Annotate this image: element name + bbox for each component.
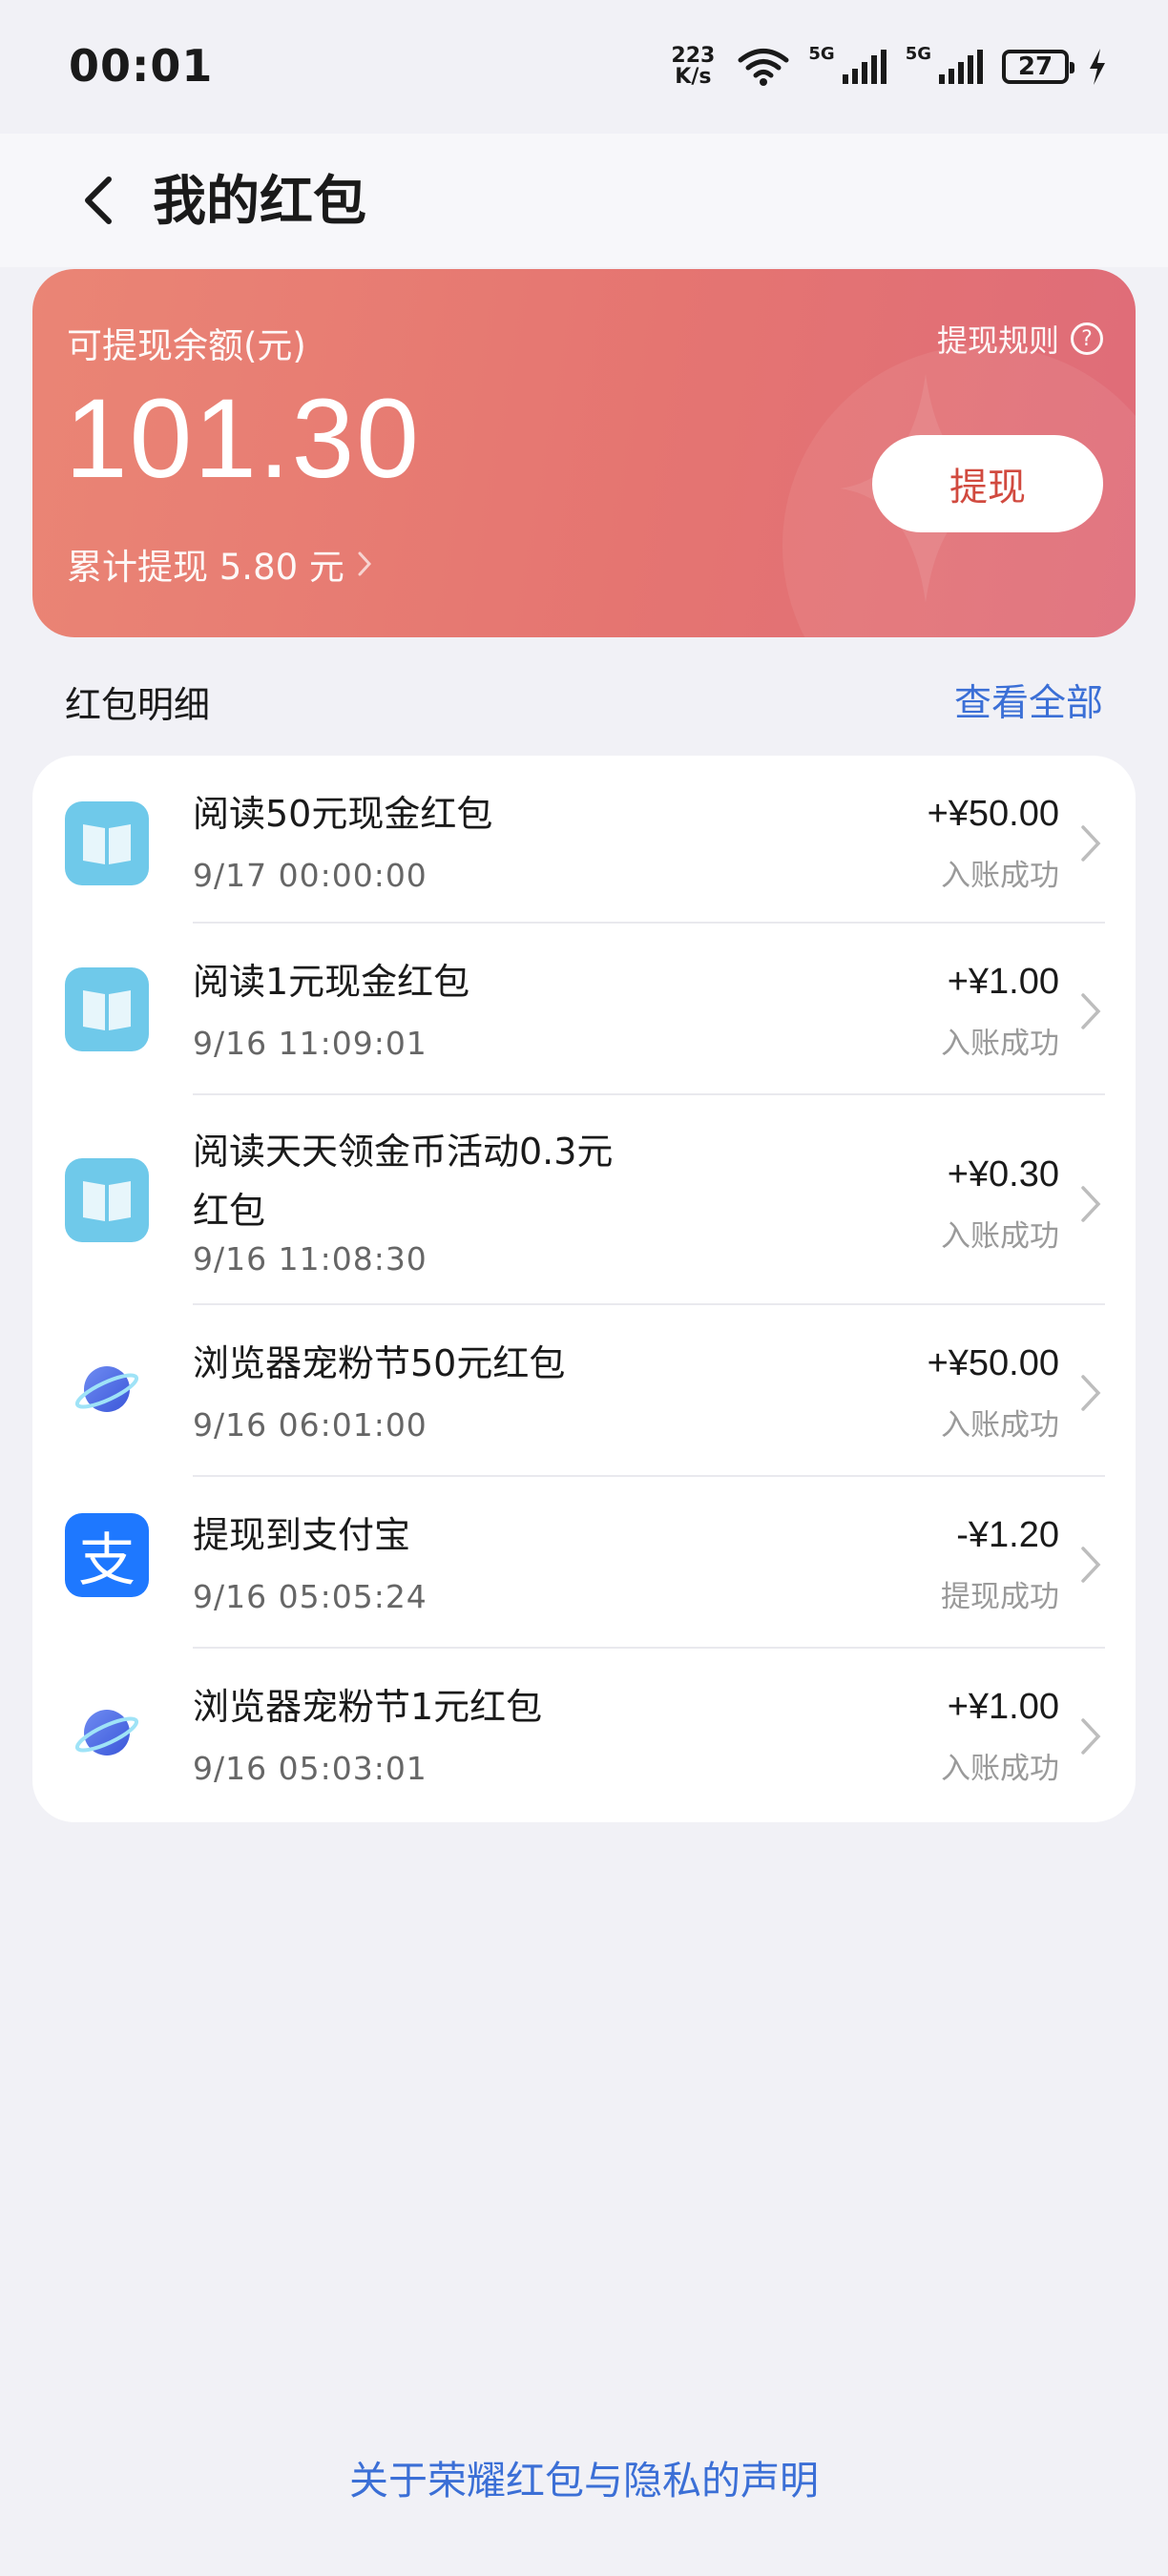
chevron-right-icon bbox=[1081, 1547, 1101, 1583]
back-arrow-icon[interactable] bbox=[76, 172, 124, 229]
withdraw-rules-link[interactable]: 提现规则 ? bbox=[937, 317, 1103, 361]
item-amount: -¥1.20 bbox=[956, 1515, 1059, 1555]
book-icon bbox=[65, 801, 149, 885]
battery-icon: 27 bbox=[1002, 50, 1074, 84]
item-amount: +¥50.00 bbox=[927, 794, 1059, 834]
list-item[interactable]: 阅读1元现金红包 9/16 11:09:01 +¥1.00 入账成功 bbox=[32, 924, 1136, 1095]
item-title: 阅读天天领金币活动0.3元红包 bbox=[193, 1131, 614, 1232]
cumulative-withdraw-link[interactable]: 累计提现 5.80 元 bbox=[67, 538, 371, 590]
page-header: 我的红包 bbox=[0, 134, 1168, 267]
cumulative-withdraw-text: 累计提现 5.80 元 bbox=[67, 547, 344, 588]
question-mark-icon: ? bbox=[1071, 322, 1103, 355]
signal-icon bbox=[842, 50, 886, 84]
list-item[interactable]: 浏览器宠粉节50元红包 9/16 06:01:00 +¥50.00 入账成功 bbox=[32, 1305, 1136, 1477]
chevron-right-icon bbox=[1081, 1375, 1101, 1411]
item-status: 入账成功 bbox=[941, 1027, 1059, 1061]
item-title: 阅读1元现金红包 bbox=[193, 961, 470, 1003]
balance-amount: 101.30 bbox=[65, 376, 421, 502]
item-date: 9/16 05:03:01 bbox=[193, 1750, 428, 1787]
item-title: 提现到支付宝 bbox=[193, 1514, 411, 1556]
network-type-1: 5G bbox=[808, 43, 835, 64]
item-title: 浏览器宠粉节50元红包 bbox=[193, 1342, 566, 1384]
item-date: 9/17 00:00:00 bbox=[193, 857, 428, 894]
item-status: 提现成功 bbox=[941, 1580, 1059, 1614]
details-section-title: 红包明细 bbox=[65, 684, 211, 726]
network-speed-value: 223 bbox=[671, 44, 716, 68]
item-amount: +¥0.30 bbox=[947, 1154, 1059, 1195]
transaction-list: 阅读50元现金红包 9/17 00:00:00 +¥50.00 入账成功 阅读1… bbox=[32, 756, 1136, 1822]
chevron-right-icon bbox=[358, 551, 371, 576]
item-status: 入账成功 bbox=[941, 1408, 1059, 1443]
item-amount: +¥1.00 bbox=[947, 962, 1059, 1002]
page-title: 我的红包 bbox=[153, 171, 366, 233]
battery-level: 27 bbox=[1017, 52, 1053, 81]
list-item[interactable]: 阅读天天领金币活动0.3元红包 9/16 11:08:30 +¥0.30 入账成… bbox=[32, 1095, 1136, 1305]
item-amount: +¥50.00 bbox=[927, 1343, 1059, 1383]
privacy-statement-link[interactable]: 关于荣耀红包与隐私的声明 bbox=[0, 2448, 1168, 2505]
status-time: 00:01 bbox=[69, 40, 214, 92]
chevron-right-icon bbox=[1081, 993, 1101, 1029]
withdraw-rules-label: 提现规则 bbox=[936, 322, 1059, 359]
planet-icon bbox=[65, 1347, 149, 1431]
list-item[interactable]: 支 提现到支付宝 9/16 05:05:24 -¥1.20 提现成功 bbox=[32, 1477, 1136, 1649]
item-title: 阅读50元现金红包 bbox=[193, 793, 493, 835]
network-speed: 223 K/s bbox=[667, 46, 719, 88]
chevron-right-icon bbox=[1081, 825, 1101, 862]
withdraw-button[interactable]: 提现 bbox=[872, 435, 1103, 532]
item-status: 入账成功 bbox=[941, 859, 1059, 893]
chevron-right-icon bbox=[1081, 1718, 1101, 1755]
item-title: 浏览器宠粉节1元红包 bbox=[193, 1686, 543, 1728]
status-icons: 223 K/s 5G 5G 27 bbox=[667, 42, 1107, 92]
item-amount: +¥1.00 bbox=[947, 1687, 1059, 1727]
chevron-right-icon bbox=[1081, 1186, 1101, 1222]
balance-label: 可提现余额(元) bbox=[67, 325, 306, 366]
charging-icon bbox=[1090, 49, 1105, 85]
wifi-icon bbox=[738, 49, 789, 86]
network-speed-unit: K/s bbox=[675, 65, 712, 89]
network-type-2: 5G bbox=[905, 43, 931, 64]
book-icon bbox=[65, 967, 149, 1051]
item-date: 9/16 11:08:30 bbox=[193, 1240, 428, 1278]
view-all-link[interactable]: 查看全部 bbox=[954, 674, 1103, 727]
item-date: 9/16 06:01:00 bbox=[193, 1406, 428, 1444]
list-item[interactable]: 浏览器宠粉节1元红包 9/16 05:03:01 +¥1.00 入账成功 bbox=[32, 1649, 1136, 1820]
status-bar: 00:01 223 K/s 5G 5G 27 bbox=[0, 0, 1168, 134]
planet-icon bbox=[65, 1691, 149, 1775]
item-status: 入账成功 bbox=[941, 1752, 1059, 1786]
signal-icon bbox=[939, 50, 983, 84]
item-date: 9/16 11:09:01 bbox=[193, 1025, 428, 1062]
alipay-icon: 支 bbox=[65, 1513, 149, 1597]
item-date: 9/16 05:05:24 bbox=[193, 1578, 428, 1615]
list-item[interactable]: 阅读50元现金红包 9/17 00:00:00 +¥50.00 入账成功 bbox=[32, 756, 1136, 927]
item-status: 入账成功 bbox=[941, 1219, 1059, 1254]
book-icon bbox=[65, 1158, 149, 1242]
balance-card: 可提现余额(元) 提现规则 ? 101.30 累计提现 5.80 元 提现 bbox=[32, 269, 1136, 637]
